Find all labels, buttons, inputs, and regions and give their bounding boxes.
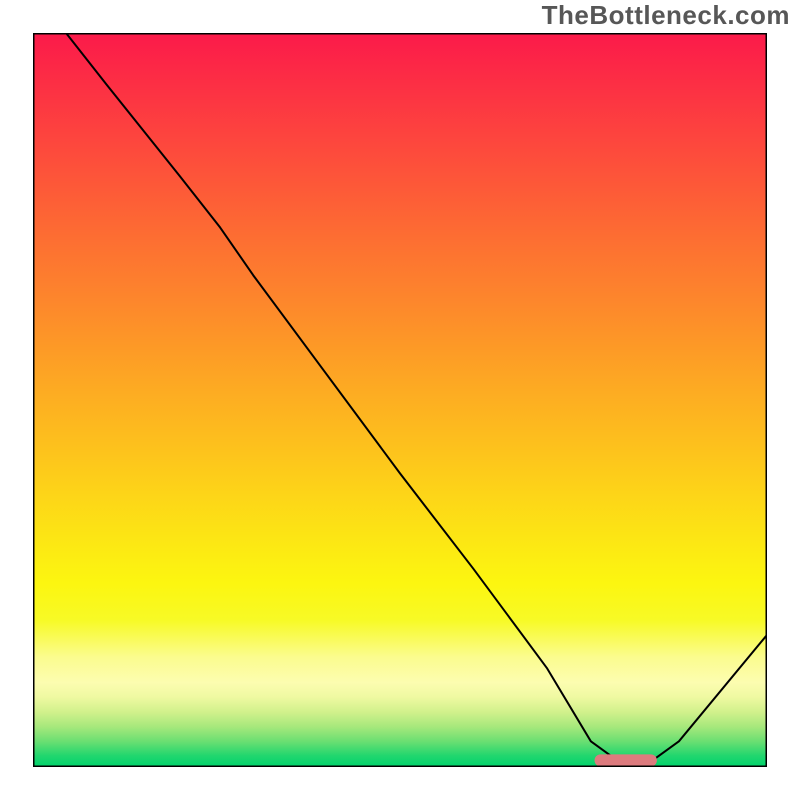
optimal-range-marker xyxy=(595,754,657,766)
watermark-text: TheBottleneck.com xyxy=(542,0,790,31)
chart-svg xyxy=(33,33,767,767)
plot-area xyxy=(33,33,767,767)
chart-container: TheBottleneck.com xyxy=(0,0,800,800)
gradient-background xyxy=(33,33,767,767)
